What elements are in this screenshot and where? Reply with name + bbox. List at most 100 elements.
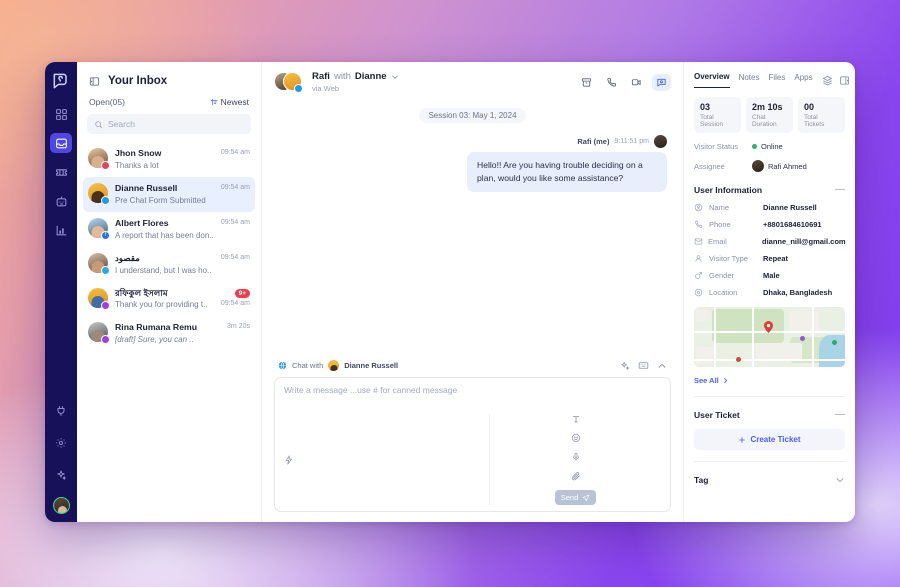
stat-value: 2m 10s: [752, 102, 783, 112]
open-count-label[interactable]: Open(05): [89, 97, 125, 107]
list-item[interactable]: Jhon Snow Thanks a lot 09:54 am: [83, 142, 255, 177]
list-filter-bar: Open(05) Newest: [77, 97, 261, 114]
chat-bubble-icon[interactable]: [652, 73, 671, 91]
unread-badge: 9+: [234, 288, 250, 299]
chevron-down-icon[interactable]: [835, 475, 845, 485]
gear-icon[interactable]: [50, 433, 72, 453]
sort-button[interactable]: Newest: [210, 97, 249, 107]
list-item[interactable]: Rina Rumana Remu [draft] Sure, you can .…: [83, 316, 255, 351]
search-input[interactable]: [108, 119, 244, 129]
divider: [694, 461, 845, 462]
chat-channel: via Web: [312, 84, 339, 93]
location-map[interactable]: [694, 307, 845, 367]
mail-icon: [694, 237, 703, 246]
info-row-name: Name Dianne Russell: [694, 203, 845, 212]
send-button[interactable]: Send: [554, 490, 597, 505]
panel-right-icon[interactable]: [839, 75, 850, 86]
avatar[interactable]: [52, 497, 70, 514]
list-item[interactable]: Dianne Russell Pre Chat Form Submitted 0…: [83, 176, 255, 212]
rail-nav: [50, 104, 72, 240]
overview-content: 03 Total Session 2m 10s Chat Duration 00…: [684, 88, 855, 522]
sidebar-item-inbox[interactable]: [50, 133, 72, 153]
sidebar-item-tickets[interactable]: [50, 162, 72, 182]
app-logo[interactable]: [50, 70, 72, 92]
tab-notes[interactable]: Notes: [739, 73, 760, 88]
archive-icon[interactable]: [577, 74, 596, 91]
sidebar-item-dashboard[interactable]: [50, 104, 72, 124]
details-panel: Overview Notes Files Apps 03 Total Sessi…: [683, 62, 855, 522]
see-all-button[interactable]: See All: [694, 376, 845, 385]
text-format-icon[interactable]: [571, 414, 581, 424]
chat-with-label: Chat with: [292, 361, 324, 370]
details-tabs: Overview Notes Files Apps: [684, 62, 855, 88]
microphone-icon[interactable]: [571, 452, 581, 462]
integrations-icon[interactable]: [50, 401, 72, 421]
info-value: Dhaka, Bangladesh: [763, 288, 833, 297]
info-row-phone: Phone +8801684610691: [694, 220, 845, 229]
plus-icon: [738, 436, 746, 444]
keyboard-icon[interactable]: [638, 360, 649, 371]
source-icon-instagram: [101, 161, 110, 170]
user-circle-icon: [694, 203, 704, 212]
list-item-time: 3m 20s: [227, 323, 250, 331]
tab-apps[interactable]: Apps: [794, 73, 812, 88]
sidebar-item-reports[interactable]: [50, 220, 72, 240]
source-icon-telegram: [101, 265, 110, 275]
message-composer[interactable]: Send: [274, 377, 671, 512]
sidebar-item-bot[interactable]: [50, 191, 72, 211]
list-item[interactable]: مقصود I understand, but I was ho.. 09:54…: [83, 247, 255, 282]
minus-icon[interactable]: —: [835, 410, 845, 420]
sparkle-icon[interactable]: [50, 465, 72, 485]
info-label: Visitor Type: [709, 254, 748, 263]
emoji-icon[interactable]: [571, 433, 581, 443]
list-item-name: مقصود: [115, 252, 140, 263]
list-item-name: রফিকুল ইসলাম: [115, 287, 168, 298]
sparkle-icon[interactable]: [620, 361, 630, 371]
assignee-value-wrap[interactable]: Rafi Ahmed: [752, 160, 807, 172]
message-row: Rafi (me) 9:11:51 pm Hello!! Are you hav…: [278, 135, 667, 192]
chat-customer-name: Dianne: [354, 71, 387, 82]
minus-icon[interactable]: —: [835, 185, 845, 195]
info-row-visitor-type: Visitor Type Repeat: [694, 254, 845, 263]
list-item-time: 09:54 am: [220, 183, 250, 191]
search-box[interactable]: [87, 114, 251, 134]
stat-value: 03: [700, 102, 711, 112]
tab-overview[interactable]: Overview: [694, 72, 730, 88]
section-title: User Information: [694, 185, 763, 195]
avatar: [88, 322, 110, 345]
send-label: Send: [560, 493, 579, 502]
source-icon-messenger: [101, 300, 110, 310]
chevron-up-icon[interactable]: [657, 361, 667, 371]
list-item[interactable]: f Albert Flores A report that has been d…: [83, 212, 255, 247]
video-icon[interactable]: [627, 74, 646, 91]
chat-title[interactable]: Rafi with Dianne: [312, 71, 399, 82]
list-item-preview: I understand, but I was ho..: [115, 265, 212, 275]
message-input[interactable]: [284, 385, 661, 407]
source-icon-web: [101, 195, 110, 205]
list-item[interactable]: রফিকুল ইসলাম Thank you for providing t..…: [83, 282, 255, 317]
composer-area: Chat with Dianne Russell Write a message…: [262, 356, 683, 522]
create-ticket-label: Create Ticket: [750, 435, 801, 444]
info-row-gender: Gender Male: [694, 271, 845, 280]
see-all-label: See All: [694, 376, 719, 385]
phone-icon[interactable]: [602, 74, 621, 91]
list-item-preview: Thank you for providing t..: [115, 300, 208, 310]
tab-files[interactable]: Files: [768, 73, 785, 88]
details-tab-actions: [822, 75, 850, 86]
stat-total-session: 03 Total Session: [694, 97, 741, 133]
user-information-header: User Information —: [694, 185, 845, 196]
list-item-name: Albert Flores: [115, 217, 169, 228]
chevron-down-icon[interactable]: [391, 73, 399, 81]
paperclip-icon[interactable]: [571, 471, 581, 481]
layers-icon[interactable]: [822, 75, 833, 86]
section-title: Tag: [694, 475, 709, 485]
chat-with-word: with: [333, 71, 351, 82]
status-badge: Online: [752, 142, 783, 151]
panel-collapse-icon[interactable]: [89, 76, 100, 87]
create-ticket-button[interactable]: Create Ticket: [694, 429, 845, 450]
conversation-list-panel: Your Inbox Open(05) Newest Search Jhon S…: [77, 62, 262, 522]
send-icon: [582, 494, 590, 502]
tag-header[interactable]: Tag: [694, 475, 845, 485]
lightning-icon[interactable]: [284, 454, 294, 465]
stat-label: Total Session: [700, 114, 724, 128]
